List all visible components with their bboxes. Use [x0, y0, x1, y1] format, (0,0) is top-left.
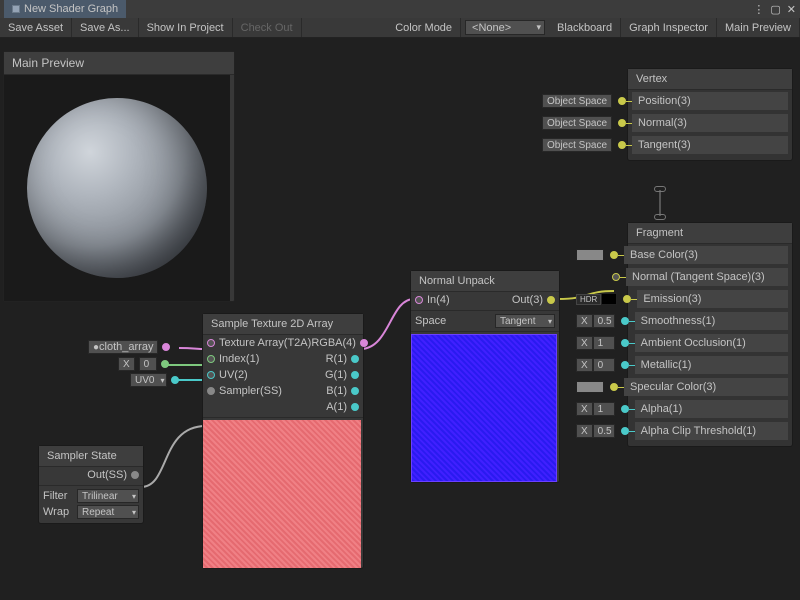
port-clip[interactable]: [621, 427, 629, 435]
ao-field[interactable]: 1: [593, 336, 615, 350]
port-index[interactable]: [207, 355, 215, 363]
connector-cap: [654, 186, 666, 192]
input-index[interactable]: X 0: [118, 357, 169, 371]
uv-dropdown[interactable]: UV0: [130, 373, 167, 387]
space-dropdown[interactable]: Tangent: [495, 314, 555, 328]
filter-dropdown[interactable]: Trilinear: [77, 489, 139, 503]
port-tangent[interactable]: [618, 141, 626, 149]
port-out[interactable]: [161, 360, 169, 368]
toolbar: Save Asset Save As... Show In Project Ch…: [0, 18, 800, 38]
smoothness-field[interactable]: 0.5: [593, 314, 615, 328]
maximize-icon[interactable]: ▢: [770, 3, 780, 16]
input-uv[interactable]: UV0: [130, 373, 179, 387]
port-b[interactable]: [351, 387, 359, 395]
node-title: Normal Unpack: [411, 271, 559, 292]
clip-field[interactable]: 0.5: [593, 424, 615, 438]
node-title: Sample Texture 2D Array: [203, 314, 363, 335]
emission-swatch[interactable]: [601, 293, 617, 305]
port-texarray[interactable]: [207, 339, 215, 347]
save-as-button[interactable]: Save As...: [72, 18, 139, 37]
input-cloth-array[interactable]: ● cloth_array: [88, 340, 170, 354]
blackboard-button[interactable]: Blackboard: [549, 18, 621, 37]
port-smoothness[interactable]: [621, 317, 629, 325]
x-label: X: [118, 357, 135, 371]
normal-preview: [411, 334, 557, 482]
node-title: Sampler State: [39, 446, 143, 467]
main-preview-title: Main Preview: [4, 52, 234, 75]
hdr-badge: HDR: [576, 294, 601, 305]
port-out[interactable]: [162, 343, 170, 351]
window-tab[interactable]: New Shader Graph: [4, 0, 126, 18]
port-a[interactable]: [351, 403, 359, 411]
block-vertex[interactable]: Vertex Object Space Position(3) Object S…: [627, 68, 793, 161]
checkout-button: Check Out: [233, 18, 302, 37]
block-title: Fragment: [628, 223, 792, 244]
alpha-field[interactable]: 1: [593, 402, 615, 416]
index-field[interactable]: 0: [139, 357, 157, 371]
space-chip: Object Space: [542, 116, 612, 130]
graph-canvas[interactable]: Main Preview Sampler State Out(SS) Filte…: [0, 38, 800, 600]
port-emission[interactable]: [623, 295, 631, 303]
space-chip: Object Space: [542, 138, 612, 152]
port-normal[interactable]: [618, 119, 626, 127]
graph-inspector-button[interactable]: Graph Inspector: [621, 18, 717, 37]
space-chip: Object Space: [542, 94, 612, 108]
block-connector: [659, 190, 661, 216]
port-sampler[interactable]: [207, 387, 215, 395]
specular-swatch[interactable]: [576, 381, 604, 393]
port-metallic[interactable]: [621, 361, 629, 369]
port-uv[interactable]: [207, 371, 215, 379]
port-specular[interactable]: [610, 383, 618, 391]
texture-preview: [203, 420, 361, 568]
wrap-label: Wrap: [43, 506, 77, 518]
connector-cap: [654, 214, 666, 220]
port-normal[interactable]: [612, 273, 620, 281]
color-mode-label: Color Mode: [387, 18, 461, 37]
filter-label: Filter: [43, 490, 77, 502]
port-out[interactable]: [171, 376, 179, 384]
port-r[interactable]: [351, 355, 359, 363]
main-preview-button[interactable]: Main Preview: [717, 18, 800, 37]
node-sample-texture-2d-array[interactable]: Sample Texture 2D Array Texture Array(T2…: [202, 313, 364, 569]
titlebar: New Shader Graph ⋮ ▢ ✕: [0, 0, 800, 18]
property-pill[interactable]: ● cloth_array: [88, 340, 158, 354]
port-ao[interactable]: [621, 339, 629, 347]
port-alpha[interactable]: [621, 405, 629, 413]
preview-viewport[interactable]: [4, 75, 230, 301]
window-title: New Shader Graph: [24, 3, 118, 15]
basecolor-swatch[interactable]: [576, 249, 604, 261]
port-position[interactable]: [618, 97, 626, 105]
port-rgba[interactable]: [360, 339, 368, 347]
save-button[interactable]: Save Asset: [0, 18, 72, 37]
port-in[interactable]: [415, 296, 423, 304]
preview-sphere: [27, 98, 207, 278]
close-icon[interactable]: ✕: [787, 3, 796, 16]
node-sampler-state[interactable]: Sampler State Out(SS) FilterTrilinear Wr…: [38, 445, 144, 524]
shader-icon: [12, 5, 20, 13]
wrap-dropdown[interactable]: Repeat: [77, 505, 139, 519]
port-out[interactable]: [547, 296, 555, 304]
block-title: Vertex: [628, 69, 792, 90]
port-basecolor[interactable]: [610, 251, 618, 259]
out-label: Out(SS): [87, 469, 127, 481]
show-in-project-button[interactable]: Show In Project: [139, 18, 233, 37]
color-mode-dropdown[interactable]: <None>: [465, 20, 545, 35]
node-normal-unpack[interactable]: Normal Unpack In(4)Out(3) SpaceTangent: [410, 270, 560, 483]
metallic-field[interactable]: 0: [593, 358, 615, 372]
port-out[interactable]: [131, 471, 139, 479]
main-preview-panel: Main Preview: [3, 51, 235, 302]
block-fragment[interactable]: Fragment Base Color(3) Normal (Tangent S…: [627, 222, 793, 447]
port-g[interactable]: [351, 371, 359, 379]
menu-icon[interactable]: ⋮: [753, 3, 764, 16]
